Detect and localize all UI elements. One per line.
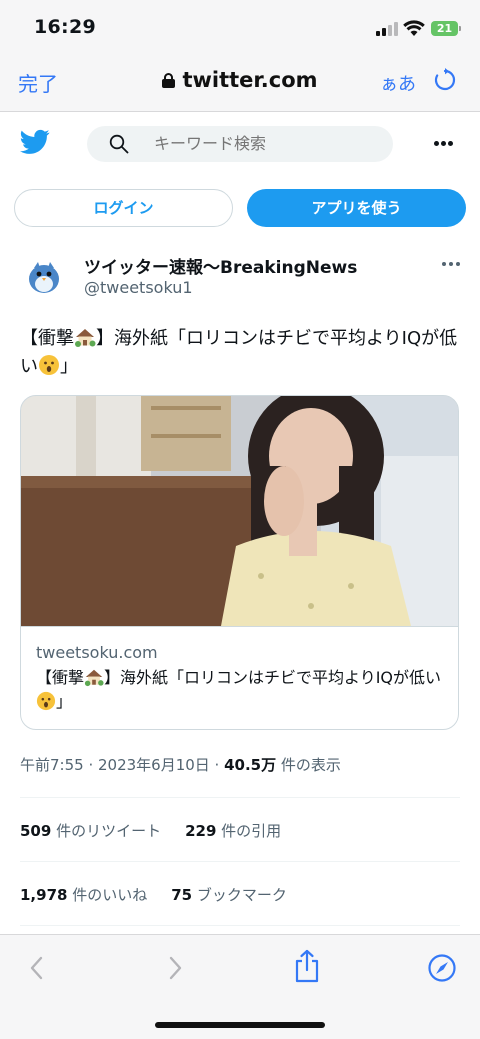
divider [20, 861, 460, 862]
lock-icon [162, 73, 176, 88]
retweets-label: 件のリツイート [51, 822, 162, 840]
safari-address-bar: 完了 twitter.com ぁあ [0, 56, 480, 112]
retweets-count: 509 [20, 822, 52, 840]
tweet-meta: 午前7:55 · 2023年6月10日 · 40.5万 件の表示 [20, 754, 341, 775]
twitter-header [0, 113, 480, 177]
battery-icon: 21 [431, 21, 458, 36]
house-emoji-icon [75, 329, 96, 347]
status-time: 16:29 [34, 16, 96, 38]
compass-icon[interactable] [427, 953, 457, 983]
bookmarks-stat[interactable]: 75 ブックマーク [171, 886, 287, 904]
tweet-timestamp[interactable]: 午前7:55 · 2023年6月10日 · [20, 756, 224, 774]
link-card[interactable]: tweetsoku.com 【衝撃 】海外紙「ロリコンはチビで平均よりIQが低い」 [20, 395, 459, 730]
retweets-stat[interactable]: 509 件のリツイート [20, 822, 161, 840]
bookmarks-count: 75 [171, 886, 193, 904]
reload-icon[interactable] [433, 68, 457, 92]
card-domain: tweetsoku.com [36, 643, 158, 662]
card-title-part3: 」 [56, 692, 73, 711]
likes-label: 件のいいね [67, 886, 148, 904]
card-title: 【衝撃 】海外紙「ロリコンはチビで平均よりIQが低い」 [36, 666, 446, 714]
login-button[interactable]: ログイン [14, 189, 233, 227]
views-label: 件の表示 [276, 756, 341, 774]
status-bar: 16:29 21 [0, 0, 480, 56]
card-separator [21, 626, 458, 627]
use-app-button[interactable]: アプリを使う [247, 189, 466, 227]
share-icon[interactable] [292, 949, 322, 983]
cellular-signal-icon [376, 22, 398, 36]
surprised-emoji-icon [36, 691, 56, 711]
house-emoji-icon [84, 669, 104, 687]
card-title-part1: 【衝撃 [36, 668, 85, 687]
search-box[interactable] [87, 126, 393, 162]
quotes-stat[interactable]: 229 件の引用 [185, 822, 281, 840]
bookmarks-label: ブックマーク [192, 886, 287, 904]
tweet-text-part3: 」 [60, 356, 78, 377]
wifi-icon [403, 20, 425, 36]
surprised-emoji-icon [39, 355, 59, 375]
home-indicator [155, 1022, 325, 1028]
likes-count: 1,978 [20, 886, 68, 904]
likes-stat[interactable]: 1,978 件のいいね [20, 886, 147, 904]
avatar[interactable] [20, 252, 68, 300]
tweet-text-part1: 【衝撃 [20, 328, 74, 349]
search-input[interactable] [154, 126, 384, 162]
retweet-quote-stats: 509 件のリツイート 229 件の引用 [20, 820, 281, 841]
user-handle[interactable]: @tweetsoku1 [84, 278, 193, 297]
quotes-count: 229 [185, 822, 217, 840]
quotes-label: 件の引用 [216, 822, 282, 840]
more-icon[interactable] [432, 141, 456, 147]
url-text: twitter.com [182, 68, 318, 92]
chevron-right-icon[interactable] [160, 953, 190, 983]
divider [20, 925, 460, 926]
divider [20, 797, 460, 798]
chevron-left-icon[interactable] [22, 953, 52, 983]
display-name[interactable]: ツイッター速報〜BreakingNews [84, 253, 357, 278]
card-image [21, 396, 458, 626]
search-icon [109, 134, 129, 154]
tweet-more-icon[interactable] [440, 262, 464, 268]
like-bookmark-stats: 1,978 件のいいね 75 ブックマーク [20, 884, 287, 905]
card-title-part2: 】海外紙「ロリコンはチビで平均よりIQが低い [104, 668, 442, 687]
battery-cap [459, 26, 461, 31]
reader-settings-button[interactable]: ぁあ [380, 70, 416, 96]
views-count: 40.5万 [224, 756, 277, 774]
twitter-bird-icon[interactable] [20, 129, 50, 155]
tweet-text: 【衝撃 】海外紙「ロリコンはチビで平均よりIQが低い」 [20, 325, 465, 381]
